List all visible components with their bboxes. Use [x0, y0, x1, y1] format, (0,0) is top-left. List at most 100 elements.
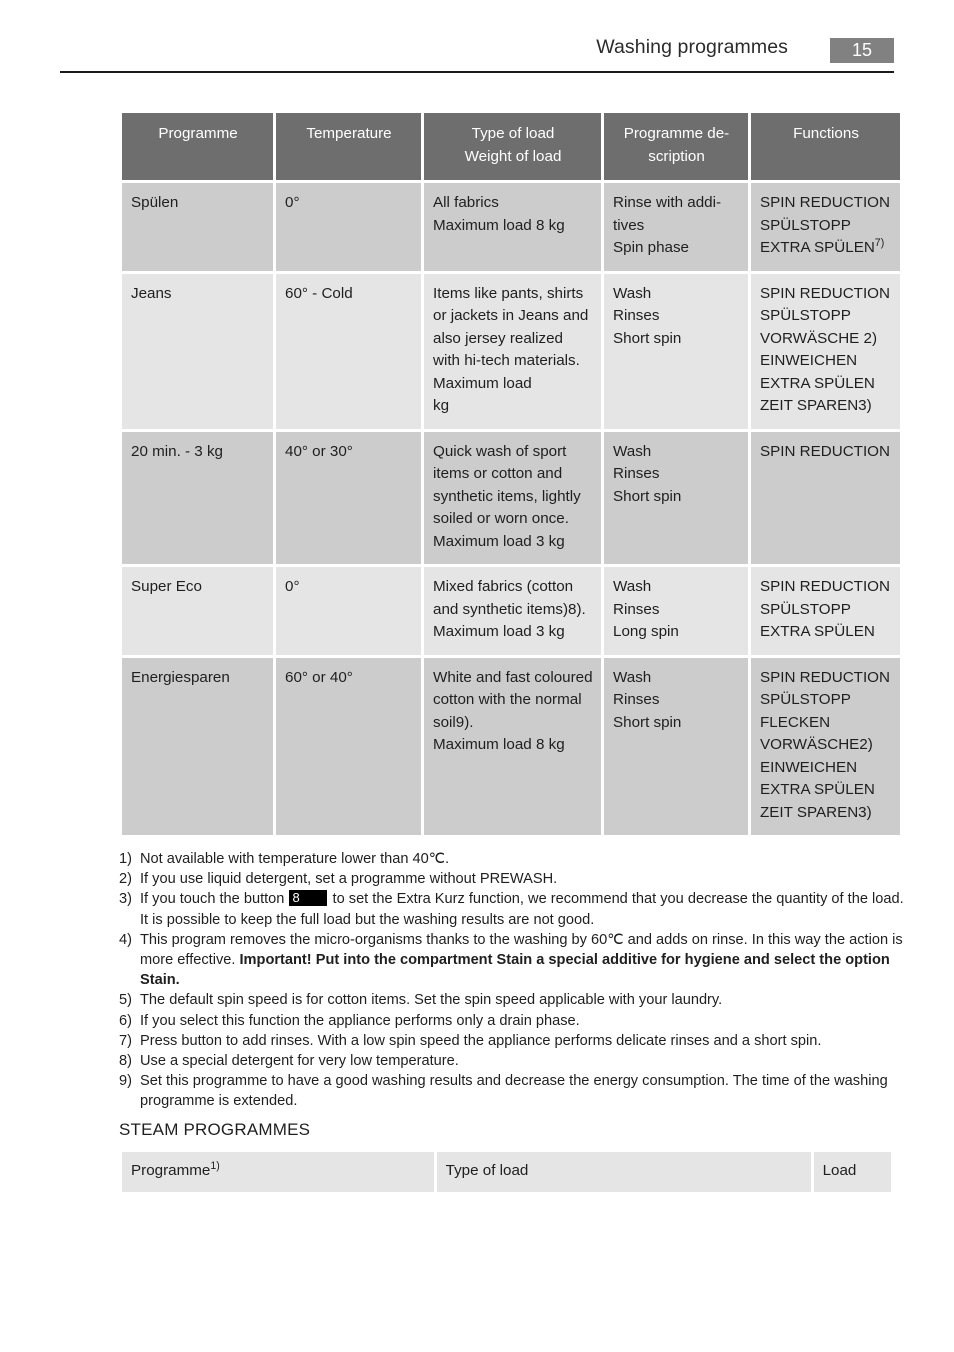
type-of-load-line: Items like pants, shirts or jackets in J…	[433, 284, 589, 370]
cell-temperature: 0°	[276, 183, 421, 271]
column-header-type-of-load-line2: Weight of load	[464, 147, 562, 165]
cell-type-of-load: All fabrics Maximum load 8 kg	[424, 183, 601, 271]
description-line: Rinse with addi-	[613, 194, 722, 211]
page-title: Washing programmes	[596, 36, 788, 58]
footnote-3: 3) If you touch the button 8 to set the …	[119, 889, 909, 929]
description-line: Spin phase	[613, 239, 689, 256]
footnote-number: 9)	[119, 1073, 132, 1090]
function-item: EINWEICHEN	[760, 352, 858, 369]
washing-programmes-table: Programme Temperature Type of load Weigh…	[119, 110, 903, 838]
footnote-number: 5)	[119, 992, 132, 1009]
function-item: SPIN REDUCTION	[760, 194, 890, 211]
steam-programme-footnote-ref: 1)	[210, 1159, 220, 1172]
description-line: Rinses	[613, 600, 660, 618]
description-line: Wash	[613, 668, 652, 686]
type-of-load-line: kg	[433, 397, 450, 414]
function-item: VORWÄSCHE 2)	[760, 329, 878, 347]
footnote-text: Use a special detergent for very low tem…	[140, 1053, 459, 1070]
footnote-9: 9) Set this programme to have a good was…	[119, 1071, 909, 1111]
cell-description: Wash Rinses Short spin	[604, 657, 748, 835]
description-line: tives	[613, 216, 645, 234]
steam-column-header-type-of-load-label: Type of load	[445, 1162, 529, 1179]
column-header-programme: Programme	[122, 113, 273, 180]
description-line: Rinses	[613, 691, 660, 708]
footnote-text-before-button: If you touch the button	[140, 891, 285, 908]
steam-column-header-load-label: Load	[822, 1162, 857, 1179]
column-header-functions-label: Functions	[793, 125, 859, 142]
steam-table-header-row: Programme1) Type of load Load	[122, 1152, 891, 1192]
cell-description: Wash Rinses Long spin	[604, 567, 748, 655]
cell-description: Wash Rinses Short spin	[604, 431, 748, 564]
type-of-load-line: Quick wash of sport items or cotton and …	[433, 442, 581, 528]
cell-functions: SPIN REDUCTION SPÜLSTOPP FLECKEN VORWÄSC…	[751, 657, 900, 835]
description-line: Long spin	[613, 623, 679, 640]
function-item: SPIN REDUCTION	[760, 442, 890, 460]
function-item: SPIN REDUCTION	[760, 284, 890, 302]
footnote-text: Set this programme to have a good washin…	[140, 1073, 888, 1110]
function-item: SPÜLSTOPP	[760, 307, 851, 324]
header-divider	[60, 71, 894, 73]
description-line: Wash	[613, 284, 652, 302]
cell-programme: 20 min. - 3 kg	[122, 431, 273, 564]
description-line: Short spin	[613, 713, 682, 731]
cell-type-of-load: Quick wash of sport items or cotton and …	[424, 431, 601, 564]
cell-description: Wash Rinses Short spin	[604, 273, 748, 429]
footnote-1: 1) Not available with temperature lower …	[119, 849, 909, 869]
cell-functions: SPIN REDUCTION SPÜLSTOPP EXTRA SPÜLEN7)	[751, 183, 900, 271]
function-item: EINWEICHEN	[760, 758, 858, 776]
table-row: 20 min. - 3 kg 40° or 30° Quick wash of …	[122, 431, 900, 564]
table-header: Programme Temperature Type of load Weigh…	[122, 113, 900, 180]
cell-description: Rinse with addi- tives Spin phase	[604, 183, 748, 271]
column-header-temperature: Temperature	[276, 113, 421, 180]
cell-functions: SPIN REDUCTION	[751, 431, 900, 564]
footnotes-list: 1) Not available with temperature lower …	[119, 849, 909, 1112]
footnote-number: 8)	[119, 1053, 132, 1070]
steam-column-header-programme-label: Programme	[131, 1162, 211, 1179]
footnote-8: 8) Use a special detergent for very low …	[119, 1051, 909, 1071]
function-item: EXTRA SPÜLEN	[760, 781, 875, 798]
cell-functions: SPIN REDUCTION SPÜLSTOPP VORWÄSCHE 2) EI…	[751, 273, 900, 429]
footnote-text-bold: Important! Put into the compartment Stai…	[140, 952, 890, 989]
type-of-load-line: Maximum load 8 kg	[433, 736, 565, 753]
function-item: ZEIT SPAREN3)	[760, 397, 872, 414]
steam-column-header-type-of-load: Type of load	[436, 1152, 811, 1192]
table-header-row: Programme Temperature Type of load Weigh…	[122, 113, 900, 180]
column-header-temperature-label: Temperature	[306, 125, 392, 142]
footnote-text: If you select this function the applianc…	[140, 1012, 580, 1029]
cell-programme: Spülen	[122, 183, 273, 271]
cell-programme: Jeans	[122, 273, 273, 429]
footnote-4: 4) This program removes the micro-organi…	[119, 930, 909, 991]
column-header-programme-description: Programme de- scription	[604, 113, 748, 180]
column-header-type-of-load-line1: Type of load	[471, 125, 555, 142]
column-header-description-line2: scription	[648, 147, 705, 165]
footnote-text: Press button to add rinses. With a low s…	[140, 1032, 822, 1049]
footnote-text: The default spin speed is for cotton ite…	[140, 992, 723, 1009]
function-item: SPÜLSTOPP	[760, 691, 851, 708]
function-item: SPÜLSTOPP	[760, 600, 851, 618]
column-header-description-line1: Programme de-	[623, 125, 730, 142]
table-row: Spülen 0° All fabrics Maximum load 8 kg …	[122, 183, 900, 271]
footnote-number: 3)	[119, 891, 132, 908]
cell-temperature: 60° or 40°	[276, 657, 421, 835]
description-line: Short spin	[613, 487, 682, 505]
footnote-number: 1)	[119, 851, 132, 867]
function-item: FLECKEN	[760, 713, 831, 731]
type-of-load-line: White and fast coloured cotton with the …	[433, 668, 593, 731]
cell-programme: Super Eco	[122, 567, 273, 655]
table-row: Super Eco 0° Mixed fabrics (cotton and s…	[122, 567, 900, 655]
function-footnote-ref: 7)	[874, 236, 885, 249]
cell-functions: SPIN REDUCTION SPÜLSTOPP EXTRA SPÜLEN	[751, 567, 900, 655]
type-of-load-line: Maximum load	[433, 374, 532, 392]
type-of-load-line: Maximum load 3 kg	[433, 623, 565, 640]
cell-type-of-load: White and fast coloured cotton with the …	[424, 657, 601, 835]
function-item: SPÜLSTOPP	[760, 216, 851, 234]
page-number-badge: 15	[830, 38, 894, 63]
steam-programmes-title: STEAM PROGRAMMES	[119, 1120, 311, 1139]
table-row: Jeans 60° - Cold Items like pants, shirt…	[122, 273, 900, 429]
description-line: Wash	[613, 578, 652, 595]
function-item: ZEIT SPAREN3)	[760, 803, 872, 821]
cell-type-of-load: Items like pants, shirts or jackets in J…	[424, 273, 601, 429]
type-of-load-line: All fabrics	[433, 194, 499, 211]
function-item: VORWÄSCHE2)	[760, 736, 873, 753]
footnote-number: 2)	[119, 871, 132, 888]
